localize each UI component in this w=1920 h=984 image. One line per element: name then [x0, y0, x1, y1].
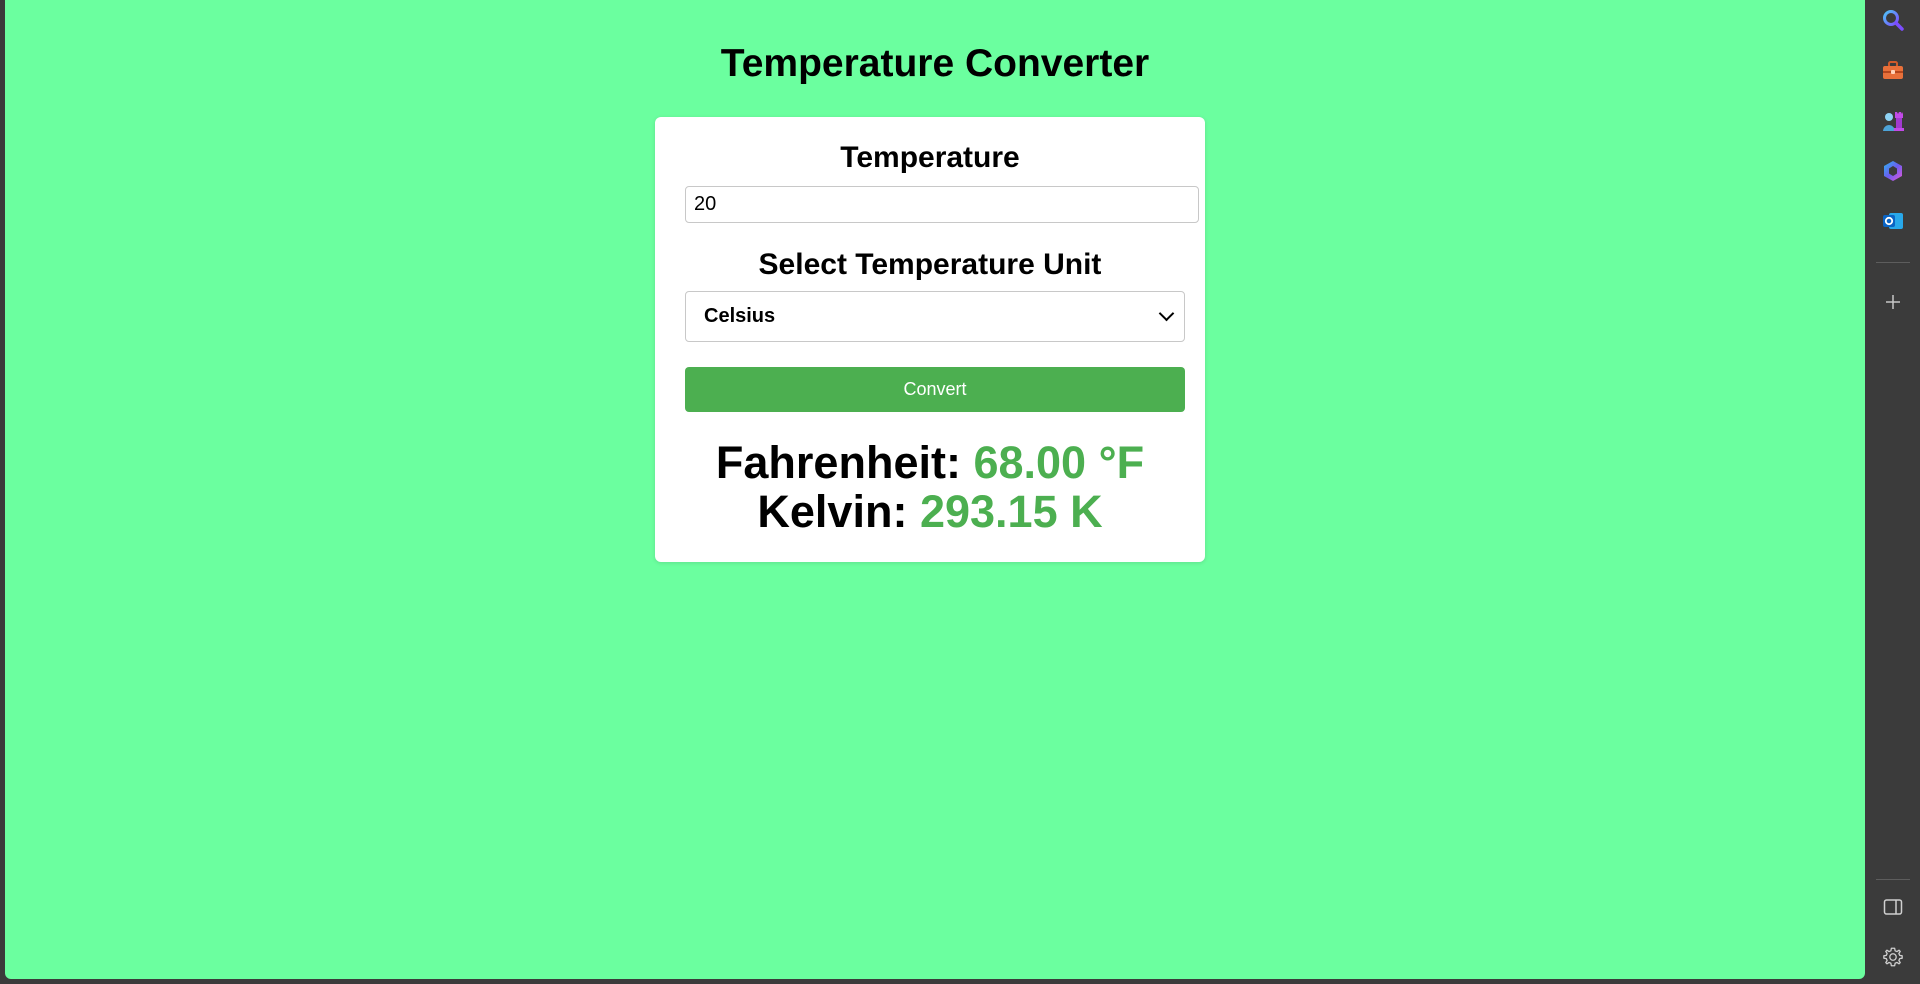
copilot-icon[interactable] [1880, 158, 1906, 184]
kelvin-result: Kelvin: 293.15 K [655, 486, 1205, 538]
games-icon[interactable] [1880, 108, 1906, 134]
settings-icon[interactable] [1880, 944, 1906, 970]
sidebar-toggle-icon[interactable] [1880, 894, 1906, 920]
add-icon[interactable] [1880, 289, 1906, 315]
sidebar-divider [1876, 879, 1910, 880]
unit-select[interactable]: Celsius [685, 291, 1185, 342]
page-title: Temperature Converter [720, 42, 1150, 85]
chevron-down-icon [1158, 305, 1175, 322]
unit-select-value: Celsius [704, 305, 776, 327]
browser-window: Temperature Converter Temperature Select… [0, 0, 1920, 984]
temperature-input[interactable] [685, 186, 1199, 223]
fahrenheit-label: Fahrenheit: [715, 437, 961, 488]
fahrenheit-value: 68.00 °F [973, 437, 1145, 488]
fahrenheit-result: Fahrenheit: 68.00 °F [655, 437, 1205, 489]
toolbox-icon[interactable] [1880, 58, 1906, 84]
kelvin-value: 293.15 K [919, 486, 1103, 537]
search-icon[interactable] [1880, 7, 1906, 33]
browser-sidebar [1866, 0, 1920, 984]
sidebar-divider [1876, 262, 1910, 263]
outlook-icon[interactable] [1880, 208, 1906, 234]
unit-label: Select Temperature Unit [758, 248, 1102, 281]
kelvin-label: Kelvin: [757, 486, 908, 537]
temperature-label: Temperature [840, 141, 1020, 174]
convert-button[interactable]: Convert [685, 367, 1185, 412]
